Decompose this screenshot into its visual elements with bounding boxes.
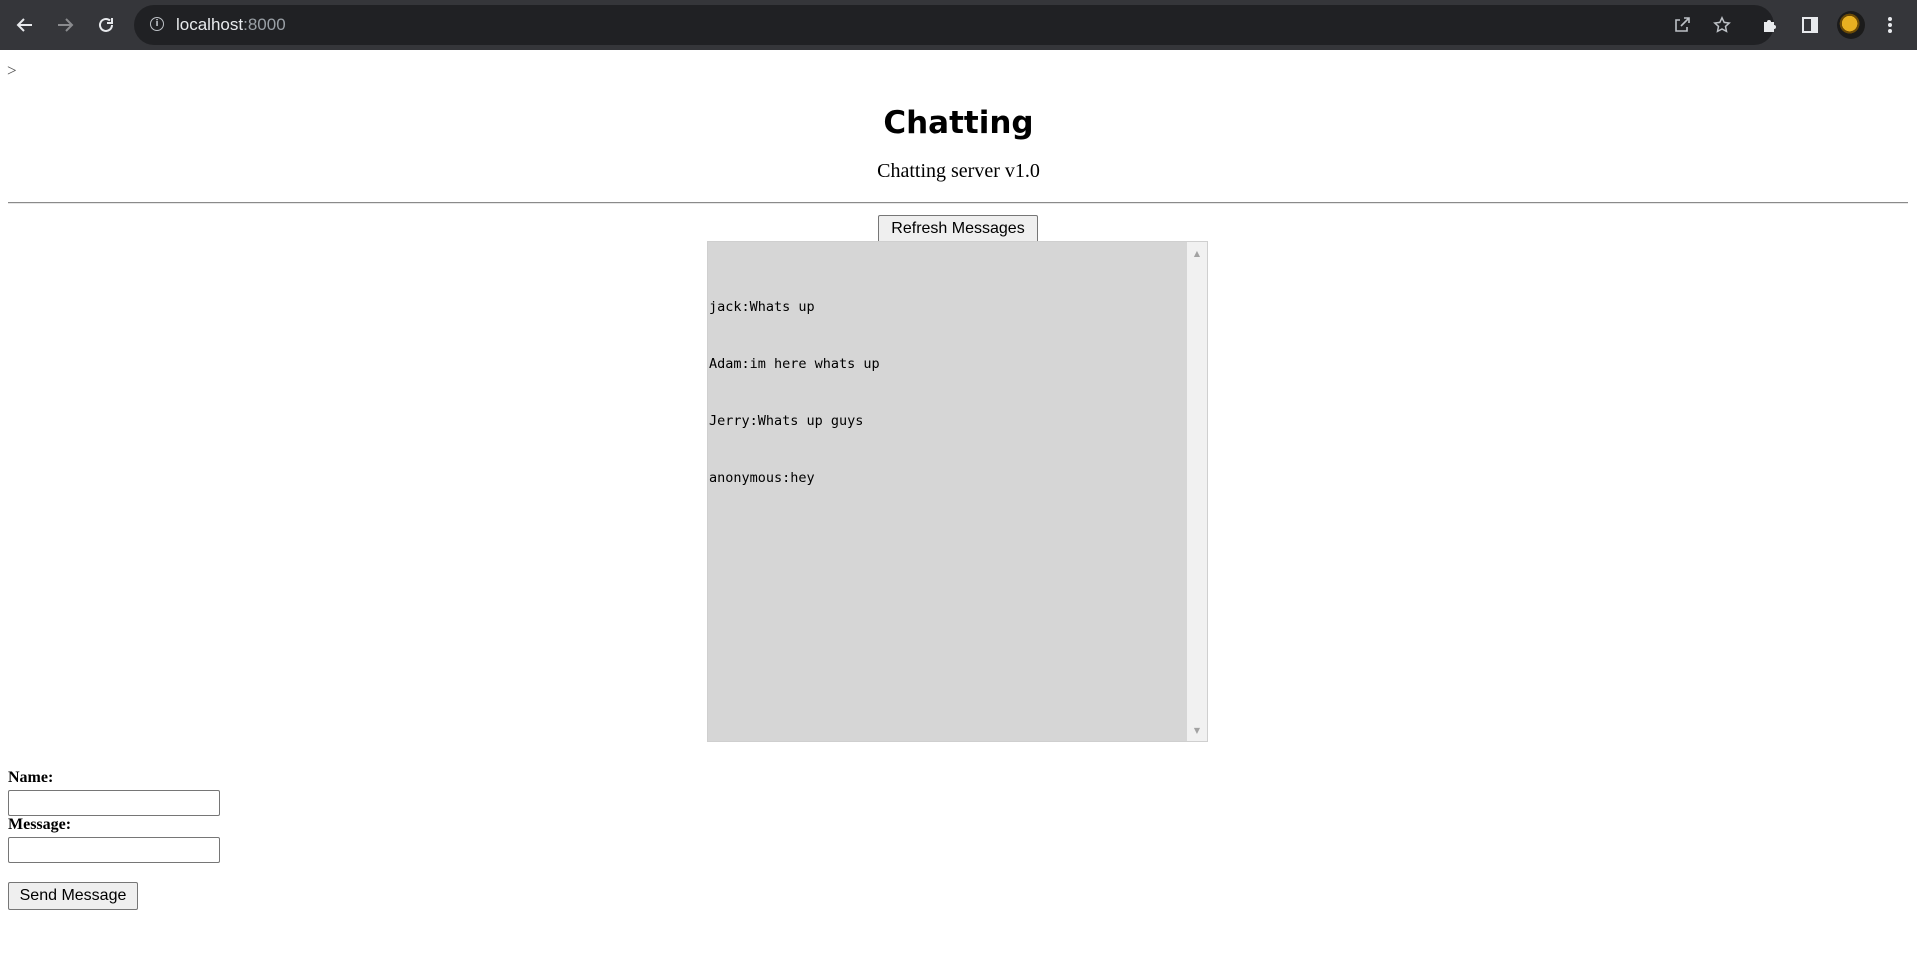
divider bbox=[8, 202, 1908, 204]
name-label: Name: bbox=[8, 769, 54, 786]
url-host: localhost bbox=[176, 15, 244, 34]
scroll-up-icon[interactable]: ▲ bbox=[1187, 246, 1207, 260]
refresh-messages-button[interactable]: Refresh Messages bbox=[878, 215, 1038, 243]
message-line: Adam:im here whats up bbox=[709, 356, 880, 372]
star-icon[interactable] bbox=[1710, 13, 1734, 37]
forward-arrow-icon[interactable] bbox=[49, 9, 81, 41]
back-arrow-icon[interactable] bbox=[9, 9, 41, 41]
messages-list: jack:Whats up Adam:im here whats up Jerr… bbox=[709, 260, 880, 526]
message-label: Message: bbox=[8, 816, 72, 833]
reload-icon[interactable] bbox=[90, 9, 122, 41]
browser-toolbar: i localhost:8000 bbox=[0, 0, 1917, 50]
name-input[interactable] bbox=[8, 790, 220, 816]
message-line: Jerry:Whats up guys bbox=[709, 413, 864, 429]
message-line: jack:Whats up bbox=[709, 299, 815, 315]
page-subtitle: Chatting server v1.0 bbox=[877, 160, 1040, 182]
scroll-down-icon[interactable]: ▼ bbox=[1187, 723, 1207, 737]
send-message-button[interactable]: Send Message bbox=[8, 882, 138, 910]
messages-box[interactable]: jack:Whats up Adam:im here whats up Jerr… bbox=[707, 241, 1208, 742]
info-icon[interactable]: i bbox=[150, 17, 164, 31]
message-input[interactable] bbox=[8, 837, 220, 863]
address-bar[interactable]: i localhost:8000 bbox=[134, 5, 1774, 45]
page-title: Chatting bbox=[883, 105, 1034, 141]
url-text: localhost:8000 bbox=[176, 15, 286, 35]
puzzle-icon[interactable] bbox=[1754, 9, 1786, 41]
side-panel-icon[interactable] bbox=[1794, 9, 1826, 41]
messages-scrollbar[interactable]: ▲ ▼ bbox=[1187, 242, 1207, 741]
kebab-menu-icon[interactable] bbox=[1874, 9, 1906, 41]
avatar[interactable] bbox=[1837, 11, 1865, 39]
stray-text: > bbox=[7, 61, 17, 80]
url-port: :8000 bbox=[243, 15, 286, 34]
message-line: anonymous:hey bbox=[709, 470, 815, 486]
share-icon[interactable] bbox=[1670, 13, 1694, 37]
